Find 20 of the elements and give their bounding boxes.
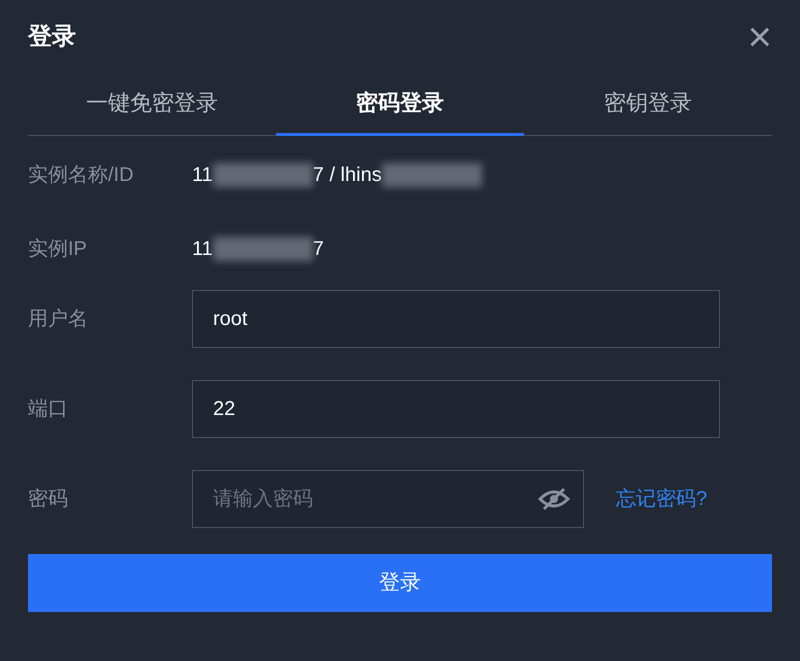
input-field[interactable]: 22	[192, 380, 720, 438]
tab[interactable]: 密码登录	[276, 86, 524, 136]
dialog-title: 登录	[28, 22, 76, 52]
input-field[interactable]: root	[192, 290, 720, 348]
close-button[interactable]: ×	[747, 16, 772, 58]
field-label: 用户名	[28, 307, 89, 332]
field-label: 实例IP	[28, 237, 88, 262]
field-label: 端口	[28, 397, 69, 422]
login-button[interactable]: 登录	[28, 554, 772, 612]
field-label: 实例名称/ID	[28, 163, 135, 188]
tab[interactable]: 密钥登录	[524, 86, 772, 136]
field-label: 密码	[28, 487, 69, 512]
field-value: 7	[312, 237, 324, 262]
field-value: 7 / lhins	[312, 163, 382, 188]
tab[interactable]: 一键免密登录	[28, 86, 276, 136]
eye-slash-icon[interactable]	[538, 487, 570, 511]
password-field[interactable]: 请输入密码	[192, 470, 584, 528]
field-value: 11	[192, 237, 213, 262]
field-value: 11	[192, 163, 213, 188]
forgot-password-link[interactable]: 忘记密码?	[616, 484, 708, 514]
